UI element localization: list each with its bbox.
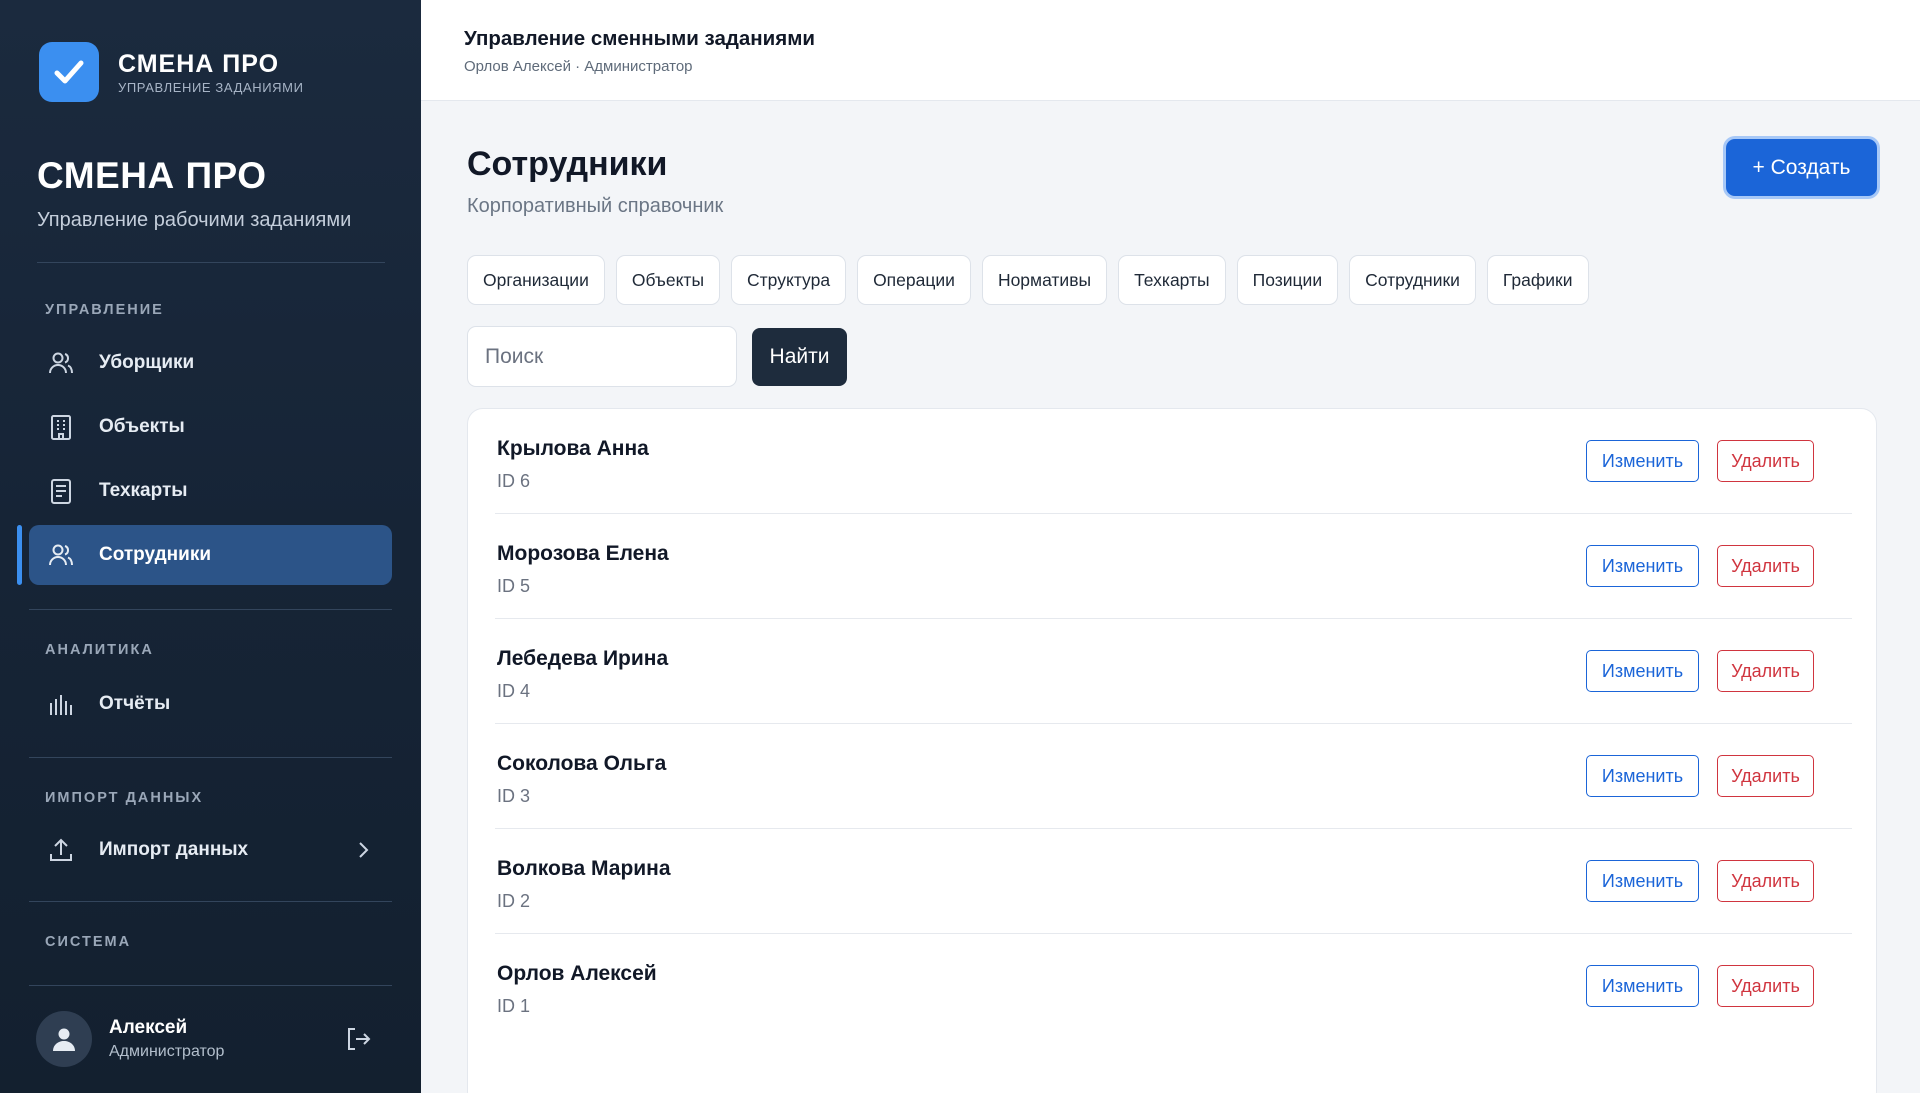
employee-name: Орлов Алексей <box>497 962 657 985</box>
employee-name: Соколова Ольга <box>497 752 667 775</box>
tab-organizations[interactable]: Организации <box>467 255 605 305</box>
tab-objects[interactable]: Объекты <box>615 255 721 305</box>
list-item: Лебедева Ирина ID 4 Изменить Удалить <box>495 619 1852 724</box>
user-name: Алексей <box>109 1017 188 1038</box>
brand[interactable]: СМЕНА ПРО УПРАВЛЕНИЕ ЗАДАНИЯМИ <box>39 42 304 102</box>
document-icon <box>46 476 76 506</box>
employee-id: ID 6 <box>497 471 531 491</box>
employee-name: Крылова Анна <box>497 437 649 460</box>
sidebar-subtitle: Управление рабочими заданиями <box>37 209 352 231</box>
tab-operations[interactable]: Операции <box>857 255 971 305</box>
avatar <box>36 1011 92 1067</box>
upload-icon <box>46 835 76 865</box>
employee-id: ID 1 <box>497 996 531 1016</box>
directory-tabs: Организации Объекты Структура Операции Н… <box>467 255 1600 305</box>
sidebar-title: СМЕНА ПРО <box>37 155 267 196</box>
sidebar-item-employees[interactable]: Сотрудники <box>29 525 392 585</box>
employee-id: ID 2 <box>497 891 531 911</box>
tab-schedules[interactable]: Графики <box>1486 255 1589 305</box>
sidebar-item-label: Импорт данных <box>99 839 249 860</box>
sidebar-item-label: Объекты <box>99 416 185 437</box>
sidebar-item-label: Техкарты <box>99 480 188 501</box>
brand-subtitle: УПРАВЛЕНИЕ ЗАДАНИЯМИ <box>118 80 304 95</box>
employee-id: ID 5 <box>497 576 531 596</box>
delete-button[interactable]: Удалить <box>1717 440 1814 482</box>
edit-button[interactable]: Изменить <box>1586 755 1699 797</box>
edit-button[interactable]: Изменить <box>1586 860 1699 902</box>
edit-button[interactable]: Изменить <box>1586 440 1699 482</box>
check-icon <box>39 42 99 102</box>
list-item: Волкова Марина ID 2 Изменить Удалить <box>495 829 1852 934</box>
sidebar-item-label: Сотрудники <box>99 544 212 565</box>
active-indicator <box>17 525 22 585</box>
sidebar: СМЕНА ПРО УПРАВЛЕНИЕ ЗАДАНИЯМИ СМЕНА ПРО… <box>0 0 421 1093</box>
section-system: СИСТЕМА <box>45 934 132 950</box>
tab-structure[interactable]: Структура <box>731 255 847 305</box>
logout-icon[interactable] <box>344 1025 372 1058</box>
employee-name: Лебедева Ирина <box>497 647 669 670</box>
employee-name: Волкова Марина <box>497 857 671 880</box>
sidebar-item-import[interactable]: Импорт данных <box>29 820 392 880</box>
search-button[interactable]: Найти <box>752 328 847 386</box>
bar-chart-icon <box>46 689 76 719</box>
section-analytics: АНАЛИТИКА <box>45 642 154 658</box>
edit-button[interactable]: Изменить <box>1586 965 1699 1007</box>
delete-button[interactable]: Удалить <box>1717 545 1814 587</box>
divider <box>29 985 392 986</box>
header-title: Управление сменными заданиями <box>464 27 815 50</box>
list-item: Морозова Елена ID 5 Изменить Удалить <box>495 514 1852 619</box>
tab-techcards[interactable]: Техкарты <box>1118 255 1226 305</box>
list-item: Орлов Алексей ID 1 Изменить Удалить <box>495 934 1852 1039</box>
page-subtitle: Корпоративный справочник <box>467 195 724 217</box>
list-item: Соколова Ольга ID 3 Изменить Удалить <box>495 724 1852 829</box>
chevron-right-icon <box>356 840 370 866</box>
sidebar-item-objects[interactable]: Объекты <box>29 397 392 457</box>
delete-button[interactable]: Удалить <box>1717 755 1814 797</box>
employee-id: ID 3 <box>497 786 531 806</box>
user-profile[interactable]: Алексей Администратор <box>36 1011 224 1067</box>
tab-norms[interactable]: Нормативы <box>981 255 1108 305</box>
building-icon <box>46 412 76 442</box>
delete-button[interactable]: Удалить <box>1717 650 1814 692</box>
employee-id: ID 4 <box>497 681 531 701</box>
divider <box>37 262 385 263</box>
sidebar-item-techcards[interactable]: Техкарты <box>29 461 392 521</box>
users-icon <box>46 348 76 378</box>
edit-button[interactable]: Изменить <box>1586 650 1699 692</box>
page-title: Сотрудники <box>467 145 668 183</box>
delete-button[interactable]: Удалить <box>1717 965 1814 1007</box>
top-header: Управление сменными заданиями Орлов Алек… <box>421 0 1920 101</box>
section-import: ИМПОРТ ДАННЫХ <box>45 790 204 806</box>
tab-positions[interactable]: Позиции <box>1236 255 1339 305</box>
sidebar-item-label: Отчёты <box>99 693 171 714</box>
brand-name: СМЕНА ПРО <box>118 50 280 78</box>
edit-button[interactable]: Изменить <box>1586 545 1699 587</box>
users-icon <box>46 540 76 570</box>
list-item: Крылова Анна ID 6 Изменить Удалить <box>495 409 1852 514</box>
delete-button[interactable]: Удалить <box>1717 860 1814 902</box>
section-management: УПРАВЛЕНИЕ <box>45 302 164 318</box>
divider <box>29 901 392 902</box>
user-role: Администратор <box>109 1043 225 1060</box>
tab-employees[interactable]: Сотрудники <box>1349 255 1476 305</box>
search-input[interactable] <box>467 326 737 387</box>
create-button[interactable]: + Создать <box>1726 139 1877 196</box>
sidebar-item-reports[interactable]: Отчёты <box>29 674 392 734</box>
header-subtitle: Орлов Алексей · Администратор <box>464 58 693 75</box>
sidebar-item-cleaners[interactable]: Уборщики <box>29 333 392 393</box>
employee-list: Крылова Анна ID 6 Изменить Удалить Мороз… <box>467 408 1877 1093</box>
employee-name: Морозова Елена <box>497 542 669 565</box>
sidebar-item-label: Уборщики <box>99 352 195 373</box>
divider <box>29 609 392 610</box>
divider <box>29 757 392 758</box>
